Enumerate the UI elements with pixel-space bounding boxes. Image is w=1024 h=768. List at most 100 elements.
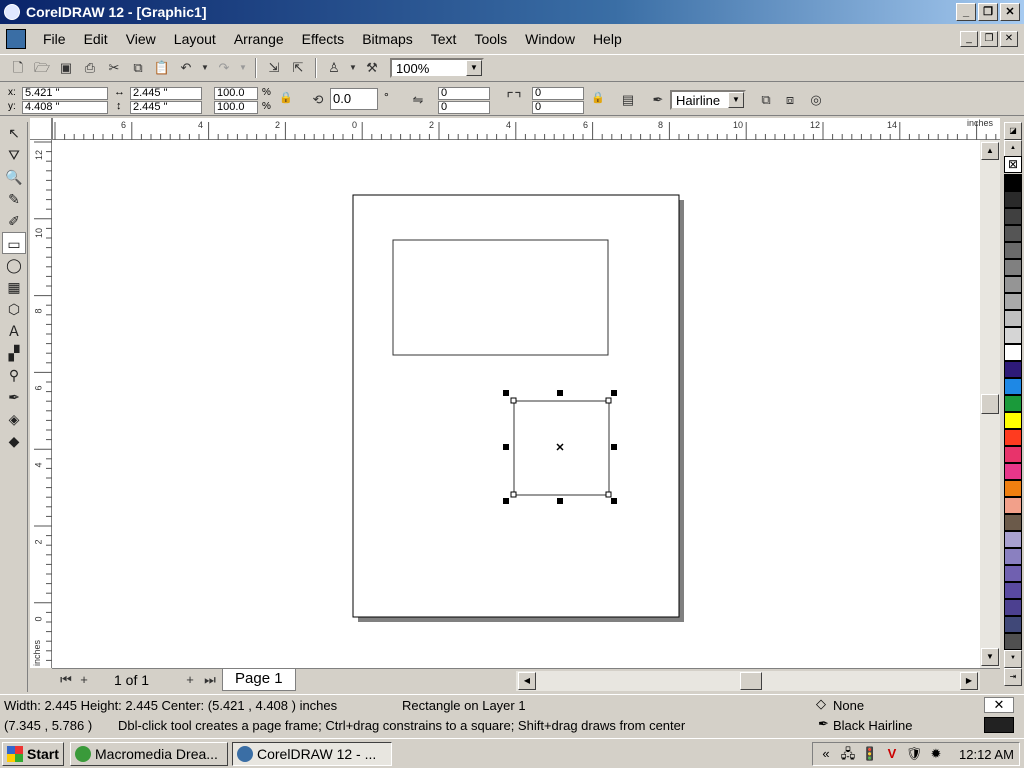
wrap-text-icon[interactable]: ▤ (618, 90, 638, 110)
coreldraw-app-icon[interactable] (4, 4, 20, 20)
horizontal-scrollbar[interactable]: ◀ ▶ (516, 671, 980, 691)
menu-tools[interactable]: Tools (465, 31, 516, 47)
close-button[interactable]: ✕ (1000, 3, 1020, 21)
scroll-right-button[interactable]: ▶ (960, 672, 978, 690)
height-field[interactable]: 2.445 " (130, 101, 202, 114)
interactive-fill-tool-icon[interactable]: ◆ (2, 430, 26, 452)
ruler-origin[interactable] (30, 118, 52, 140)
color-swatch[interactable] (1004, 191, 1022, 208)
drawing-canvas[interactable] (52, 140, 980, 668)
freehand-tool-icon[interactable]: ✎ (2, 188, 26, 210)
to-front-icon[interactable]: ⧉ (756, 90, 776, 110)
rotation-field[interactable]: 0.0 (330, 88, 378, 110)
smart-drawing-tool-icon[interactable]: ✐ (2, 210, 26, 232)
color-swatch[interactable] (1004, 633, 1022, 650)
vertical-scrollbar[interactable]: ▲ ▼ (980, 140, 1000, 668)
first-page-icon[interactable]: ⏮ (56, 670, 76, 690)
color-swatch[interactable] (1004, 225, 1022, 242)
fill-tool-icon[interactable]: ◈ (2, 408, 26, 430)
scroll-up-button[interactable]: ▲ (981, 142, 999, 160)
color-swatch[interactable] (1004, 378, 1022, 395)
outline-dropdown-icon[interactable]: ▼ (728, 92, 744, 108)
color-swatch[interactable] (1004, 497, 1022, 514)
menu-text[interactable]: Text (422, 31, 466, 47)
color-swatch[interactable] (1004, 174, 1022, 191)
color-swatch[interactable] (1004, 531, 1022, 548)
page-tab-page-1[interactable]: Page 1 (222, 669, 296, 691)
task-dreamweaver[interactable]: Macromedia Drea... (70, 742, 228, 766)
launcher-dropdown-icon[interactable]: ▼ (348, 58, 358, 78)
color-swatch[interactable] (1004, 276, 1022, 293)
corner-bottom-right-field[interactable]: 0 (532, 101, 584, 114)
lock-ratio-icon[interactable]: 🔒 (276, 88, 296, 108)
doc-restore-button[interactable]: ❐ (980, 31, 998, 47)
outline-width-combo[interactable]: Hairline ▼ (670, 90, 746, 110)
vertical-ruler[interactable]: 12 10 8 6 4 2 0 inches (30, 140, 52, 668)
print-icon[interactable]: ⎙ (80, 58, 100, 78)
text-tool-icon[interactable]: Ａ (2, 320, 26, 342)
ellipse-tool-icon[interactable]: ◯ (2, 254, 26, 276)
color-swatch[interactable] (1004, 208, 1022, 225)
fill-swatch[interactable]: ✕ (984, 697, 1014, 713)
shield-icon[interactable]: 🛡 (905, 745, 923, 763)
add-page-before-icon[interactable]: + (74, 670, 94, 690)
launcher-icon[interactable]: ♙ (324, 58, 344, 78)
corner-top-left-field[interactable]: 0 (438, 87, 490, 100)
open-icon[interactable]: 🗁 (32, 58, 52, 78)
eyedropper-tool-icon[interactable]: ⚲ (2, 364, 26, 386)
menu-effects[interactable]: Effects (293, 31, 354, 47)
scroll-down-button[interactable]: ▼ (981, 648, 999, 666)
color-swatch[interactable] (1004, 259, 1022, 276)
add-page-after-icon[interactable]: + (180, 670, 200, 690)
color-swatch[interactable] (1004, 548, 1022, 565)
color-swatch[interactable] (1004, 599, 1022, 616)
new-icon[interactable]: 🗋 (8, 58, 28, 78)
color-swatch[interactable] (1004, 327, 1022, 344)
color-swatch[interactable] (1004, 310, 1022, 327)
menu-edit[interactable]: Edit (75, 31, 117, 47)
no-color-swatch[interactable]: ⊠ (1004, 156, 1022, 173)
color-swatch[interactable] (1004, 293, 1022, 310)
corner-bottom-left-field[interactable]: 0 (438, 101, 490, 114)
menu-view[interactable]: View (117, 31, 165, 47)
outline-tool-icon[interactable]: ✒ (2, 386, 26, 408)
network-icon[interactable]: 🖧 (839, 745, 857, 763)
convert-to-curves-icon[interactable]: ◎ (806, 90, 826, 110)
rectangle-tool-icon[interactable]: ▭ (2, 232, 26, 254)
horizontal-scroll-thumb[interactable] (740, 672, 762, 690)
start-button[interactable]: Start (2, 742, 64, 766)
paste-icon[interactable]: 📋 (152, 58, 172, 78)
color-swatch[interactable] (1004, 412, 1022, 429)
zoom-tool-icon[interactable]: 🔍 (2, 166, 26, 188)
antivirus-v-icon[interactable]: V (883, 745, 901, 763)
color-swatch[interactable] (1004, 514, 1022, 531)
menu-layout[interactable]: Layout (165, 31, 225, 47)
interactive-blend-tool-icon[interactable]: ▞ (2, 342, 26, 364)
color-swatch[interactable] (1004, 242, 1022, 259)
scale-y-field[interactable]: 100.0 (214, 101, 258, 114)
palette-menu-icon[interactable]: ◪ (1004, 122, 1022, 140)
basic-shapes-tool-icon[interactable]: ⬡ (2, 298, 26, 320)
color-swatch[interactable] (1004, 429, 1022, 446)
minimize-button[interactable]: _ (956, 3, 976, 21)
palette-expand-icon[interactable]: ⇥ (1004, 668, 1022, 686)
drawing-surface[interactable] (52, 140, 980, 668)
export-icon[interactable]: ⇱ (288, 58, 308, 78)
cut-icon[interactable]: ✂ (104, 58, 124, 78)
import-icon[interactable]: ⇲ (264, 58, 284, 78)
color-swatch[interactable] (1004, 446, 1022, 463)
zoom-dropdown-icon[interactable]: ▼ (466, 60, 482, 76)
polygon-tool-icon[interactable]: ▦ (2, 276, 26, 298)
tray-chevron[interactable]: « (817, 745, 835, 763)
menu-bitmaps[interactable]: Bitmaps (353, 31, 422, 47)
y-position-field[interactable]: 4.408 " (22, 101, 108, 114)
zoom-combo[interactable]: 100% ▼ (390, 58, 484, 78)
color-swatch[interactable] (1004, 616, 1022, 633)
color-swatch[interactable] (1004, 395, 1022, 412)
color-swatch[interactable] (1004, 582, 1022, 599)
maximize-button[interactable]: ❐ (978, 3, 998, 21)
vertical-scroll-thumb[interactable] (981, 394, 999, 414)
menu-arrange[interactable]: Arrange (225, 31, 293, 47)
outline-swatch[interactable] (984, 717, 1014, 733)
copy-icon[interactable]: ⧉ (128, 58, 148, 78)
